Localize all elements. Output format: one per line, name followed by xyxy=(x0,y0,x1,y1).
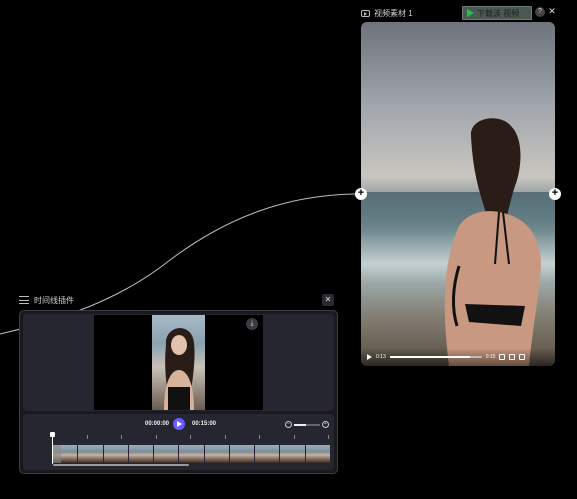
ruler-tick xyxy=(293,435,295,439)
clip-trim-handle[interactable] xyxy=(53,445,61,463)
zoom-in-icon[interactable]: + xyxy=(322,421,329,428)
volume-icon[interactable] xyxy=(499,354,506,360)
playhead-handle[interactable] xyxy=(50,432,55,437)
clip-frame-thumbnail xyxy=(179,445,204,463)
zoom-slider-fill xyxy=(294,424,306,426)
timeline-play-button[interactable] xyxy=(173,418,185,430)
timeline-ruler[interactable] xyxy=(52,433,330,443)
clip-frame-thumbnail xyxy=(280,445,305,463)
video-progress-fill xyxy=(389,356,470,358)
clip-frame-thumbnail xyxy=(154,445,179,463)
timeline-header: 时间线插件 xyxy=(19,294,74,306)
clip-frame-thumbnail xyxy=(78,445,103,463)
video-icon xyxy=(361,9,370,17)
video-frame-subject xyxy=(444,118,541,366)
download-video-button[interactable]: 下载该 视频 xyxy=(462,6,532,20)
camera-icon[interactable] xyxy=(509,354,516,360)
video-duration: 0:15 xyxy=(485,354,496,360)
clip-frame-thumbnail xyxy=(204,445,229,463)
video-player[interactable]: 0:13 0:15 xyxy=(361,22,555,366)
clip-frame-thumbnail xyxy=(229,445,255,463)
clip-frame-thumbnail xyxy=(305,445,330,463)
video-play-icon[interactable] xyxy=(367,354,372,360)
play-icon xyxy=(467,9,474,17)
video-node-title: 视频素材 1 xyxy=(374,8,413,18)
zoom-out-icon[interactable]: − xyxy=(285,421,292,428)
preview-subject xyxy=(164,328,195,410)
timeline-playhead[interactable] xyxy=(52,434,53,464)
timeline-title: 时间线插件 xyxy=(34,295,74,305)
ruler-tick xyxy=(155,435,157,439)
help-icon[interactable]: ? xyxy=(535,7,545,17)
video-controls-bar: 0:13 0:15 xyxy=(361,348,555,366)
clip-frame-thumbnail xyxy=(255,445,280,463)
ruler-tick xyxy=(328,435,329,439)
ruler-tick xyxy=(259,435,260,439)
ruler-tick xyxy=(86,435,88,439)
timeline-scrollbar[interactable] xyxy=(53,464,189,466)
timeline-icon xyxy=(19,296,29,304)
output-port-plus-icon[interactable]: + xyxy=(549,188,561,200)
ruler-tick xyxy=(121,435,122,439)
timeline-end-time: 00:15:00 xyxy=(192,421,217,427)
clip-frame-thumbnail xyxy=(103,445,128,463)
video-progress-track[interactable] xyxy=(389,356,482,358)
timeline-close-button[interactable]: ✕ xyxy=(322,294,334,306)
video-current-time: 0:13 xyxy=(376,354,386,360)
video-node-close-button[interactable]: ✕ xyxy=(547,6,557,16)
timeline-clip-strip[interactable] xyxy=(53,445,330,463)
timeline-start-time: 00:00:00 xyxy=(145,421,170,427)
preview-frame[interactable] xyxy=(152,315,205,410)
download-video-label: 下载该 视频 xyxy=(477,8,520,18)
ruler-tick xyxy=(190,435,191,439)
fullscreen-icon[interactable] xyxy=(519,354,526,360)
clip-frame-thumbnail xyxy=(128,445,154,463)
input-port-plus-icon[interactable]: + xyxy=(355,188,367,200)
video-node-header: 视频素材 1 xyxy=(361,6,413,20)
ruler-tick xyxy=(224,435,226,439)
download-icon[interactable]: ⤓ xyxy=(246,318,258,330)
